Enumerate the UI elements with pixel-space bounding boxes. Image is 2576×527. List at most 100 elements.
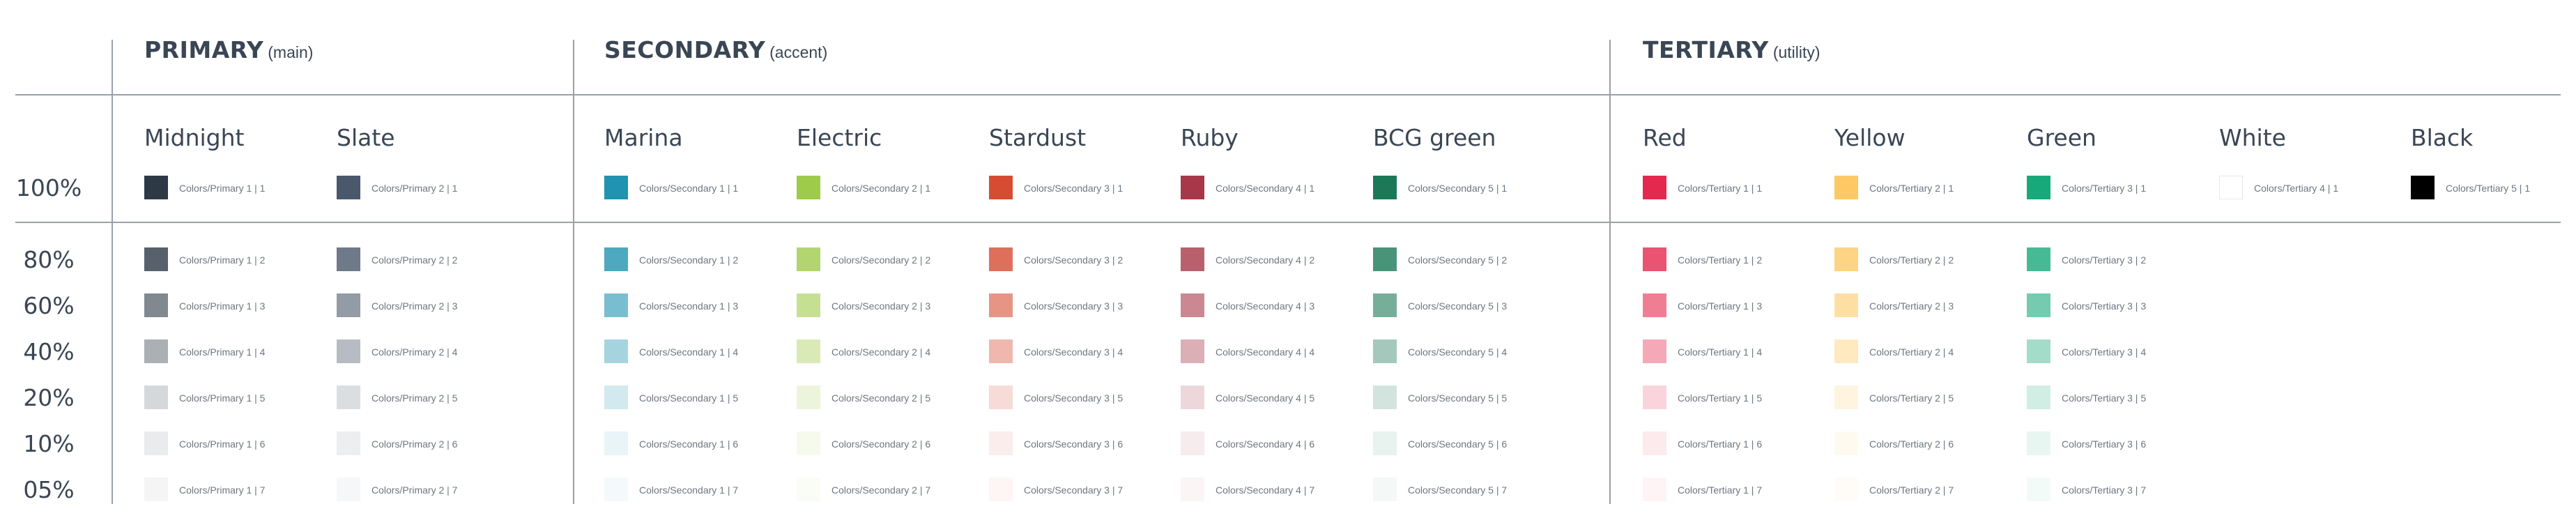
color-swatch [1181,293,1204,317]
color-token-label: Colors/Primary 2 | 3 [371,300,458,312]
color-token-label: Colors/Secondary 2 | 2 [831,254,931,266]
color-token-label: Colors/Secondary 5 | 1 [1408,183,1508,194]
color-swatch [1643,293,1666,317]
color-token-label: Colors/Secondary 5 | 4 [1408,346,1508,358]
color-swatch [797,431,820,455]
color-swatch [989,385,1013,409]
color-swatch [1181,339,1204,363]
color-swatch [1181,176,1204,199]
color-name-green: Green [2027,124,2096,151]
color-swatch [1373,339,1397,363]
color-swatch [604,339,628,363]
color-token-label: Colors/Secondary 5 | 2 [1408,254,1508,266]
color-swatch [1373,385,1397,409]
color-name-electric: Electric [797,124,882,151]
color-swatch [144,478,168,501]
primary-secondary-divider [573,40,574,504]
color-swatch [337,247,360,271]
group-title-secondary: SECONDARY (accent) [604,36,827,63]
color-swatch [1834,247,1858,271]
color-swatch [989,293,1013,317]
color-token-label: Colors/Tertiary 4 | 1 [2254,183,2339,194]
color-token-label: Colors/Secondary 2 | 7 [831,484,931,496]
group-title-tertiary: TERTIARY (utility) [1643,36,1820,63]
color-swatch [797,176,820,199]
color-token-label: Colors/Primary 1 | 3 [179,300,266,312]
color-swatch [1643,431,1666,455]
color-token-label: Colors/Secondary 1 | 1 [639,183,739,194]
color-token-label: Colors/Tertiary 1 | 7 [1678,484,1763,496]
percent-label: 80% [23,246,75,273]
color-swatch [797,478,820,501]
color-swatch [604,176,628,199]
color-swatch [144,431,168,455]
percent-label: 20% [23,384,75,411]
color-token-label: Colors/Tertiary 3 | 4 [2062,346,2147,358]
color-token-label: Colors/Secondary 4 | 7 [1216,484,1315,496]
color-swatch [797,385,820,409]
color-token-label: Colors/Secondary 3 | 6 [1024,438,1124,450]
color-token-label: Colors/Tertiary 1 | 2 [1678,254,1763,266]
percent-label: 40% [23,338,75,365]
color-token-label: Colors/Secondary 5 | 6 [1408,438,1508,450]
group-title-primary: PRIMARY (main) [144,36,313,63]
color-name-red: Red [1643,124,1687,151]
color-token-label: Colors/Tertiary 1 | 1 [1678,183,1763,194]
color-token-label: Colors/Secondary 3 | 7 [1024,484,1124,496]
color-token-label: Colors/Secondary 4 | 1 [1216,183,1315,194]
color-name-ruby: Ruby [1181,124,1239,151]
color-token-label: Colors/Tertiary 1 | 3 [1678,300,1763,312]
color-token-label: Colors/Secondary 4 | 6 [1216,438,1315,450]
color-token-label: Colors/Secondary 2 | 3 [831,300,931,312]
color-swatch [989,247,1013,271]
secondary-tertiary-divider [1609,40,1611,504]
color-swatch [1181,478,1204,501]
color-swatch [797,247,820,271]
color-token-label: Colors/Secondary 2 | 1 [831,183,931,194]
color-token-label: Colors/Secondary 1 | 3 [639,300,739,312]
color-swatch [989,339,1013,363]
color-token-label: Colors/Primary 1 | 4 [179,346,266,358]
color-token-label: Colors/Tertiary 2 | 3 [1869,300,1954,312]
color-token-label: Colors/Primary 2 | 7 [371,484,458,496]
color-swatch [989,176,1013,199]
percent-label: 05% [23,476,75,503]
color-token-label: Colors/Primary 1 | 5 [179,392,266,404]
color-swatch [1643,176,1666,199]
color-token-label: Colors/Tertiary 2 | 2 [1869,254,1954,266]
color-token-label: Colors/Tertiary 1 | 5 [1678,392,1763,404]
group-name: SECONDARY [604,36,766,63]
color-swatch [337,478,360,501]
color-token-label: Colors/Secondary 4 | 5 [1216,392,1315,404]
color-token-label: Colors/Tertiary 3 | 3 [2062,300,2147,312]
color-swatch [144,176,168,199]
color-token-label: Colors/Tertiary 2 | 7 [1869,484,1954,496]
group-name: PRIMARY [144,36,264,63]
color-token-label: Colors/Primary 2 | 6 [371,438,458,450]
color-swatch [2219,176,2243,199]
color-token-label: Colors/Secondary 1 | 4 [639,346,739,358]
color-name-bcg-green: BCG green [1373,124,1496,151]
color-swatch [604,478,628,501]
color-token-label: Colors/Secondary 3 | 1 [1024,183,1124,194]
color-swatch [2411,176,2435,199]
color-name-midnight: Midnight [144,124,245,151]
color-swatch [1643,247,1666,271]
color-swatch [604,385,628,409]
color-name-black: Black [2411,124,2474,151]
color-token-label: Colors/Primary 1 | 6 [179,438,266,450]
percent-column-divider [112,40,113,504]
color-token-label: Colors/Tertiary 1 | 6 [1678,438,1763,450]
group-subtitle: (accent) [769,43,828,61]
color-token-label: Colors/Tertiary 2 | 4 [1869,346,1954,358]
percent-label: 100% [15,174,82,201]
color-token-label: Colors/Primary 2 | 4 [371,346,458,358]
color-swatch [1181,247,1204,271]
color-swatch [2027,478,2050,501]
color-name-stardust: Stardust [989,124,1087,151]
header-divider [15,94,2561,96]
color-token-label: Colors/Tertiary 2 | 1 [1869,183,1954,194]
color-token-label: Colors/Secondary 1 | 7 [639,484,739,496]
color-token-label: Colors/Secondary 1 | 6 [639,438,739,450]
percent-label: 60% [23,292,75,319]
